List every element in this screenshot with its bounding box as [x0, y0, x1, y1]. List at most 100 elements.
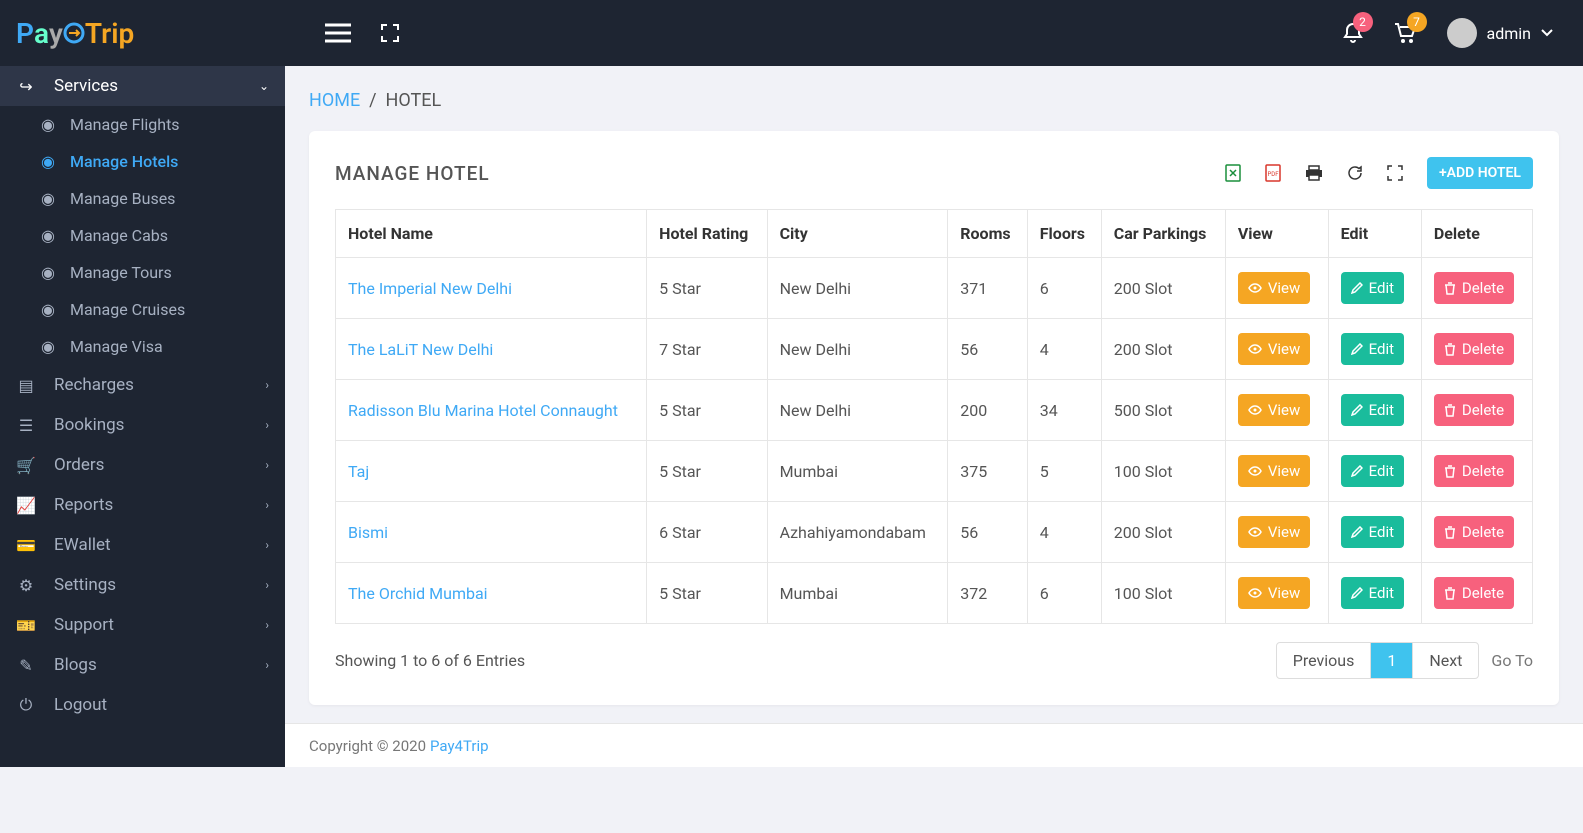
brand-logo[interactable]: Pay Trip — [0, 0, 285, 66]
fullscreen-icon[interactable] — [381, 24, 399, 42]
username: admin — [1487, 24, 1531, 43]
view-button[interactable]: View — [1238, 455, 1310, 487]
svg-text:PDF: PDF — [1267, 171, 1279, 178]
share-icon: ↪ — [16, 77, 36, 96]
next-button[interactable]: Next — [1413, 643, 1478, 678]
col-view: View — [1225, 210, 1328, 258]
excel-icon[interactable] — [1225, 164, 1241, 182]
nav-settings[interactable]: ⚙Settings› — [0, 565, 285, 605]
prev-button[interactable]: Previous — [1277, 643, 1372, 678]
delete-button[interactable]: Delete — [1434, 516, 1514, 548]
chevron-right-icon: › — [265, 578, 269, 592]
nav-logout[interactable]: ⏻Logout — [0, 685, 285, 725]
edit-button[interactable]: Edit — [1341, 516, 1404, 548]
delete-button[interactable]: Delete — [1434, 394, 1514, 426]
breadcrumb-home[interactable]: HOME — [309, 90, 360, 111]
hotel-link[interactable]: The LaLiT New Delhi — [348, 340, 493, 359]
view-button[interactable]: View — [1238, 333, 1310, 365]
nav-orders[interactable]: 🛒Orders› — [0, 445, 285, 485]
sidebar-sub-manage-tours[interactable]: ◉Manage Tours — [0, 254, 285, 291]
delete-button[interactable]: Delete — [1434, 272, 1514, 304]
col-hotel-rating: Hotel Rating — [647, 210, 767, 258]
nav-bookings[interactable]: ☰Bookings› — [0, 405, 285, 445]
print-icon[interactable] — [1305, 165, 1323, 181]
add-hotel-button[interactable]: +ADD HOTEL — [1427, 157, 1533, 189]
table-row: Radisson Blu Marina Hotel Connaught5 Sta… — [336, 380, 1533, 441]
cart-badge: 7 — [1407, 12, 1427, 32]
col-city: City — [767, 210, 948, 258]
sidebar-sub-manage-visa[interactable]: ◉Manage Visa — [0, 328, 285, 365]
sidebar-sub-manage-cruises[interactable]: ◉Manage Cruises — [0, 291, 285, 328]
nav-services[interactable]: ↪ Services ⌄ — [0, 66, 285, 106]
nav-ewallet[interactable]: 💳EWallet› — [0, 525, 285, 565]
circle-icon: ◉ — [38, 115, 58, 134]
edit-button[interactable]: Edit — [1341, 333, 1404, 365]
cart-icon[interactable]: 7 — [1393, 22, 1417, 44]
edit-button[interactable]: Edit — [1341, 455, 1404, 487]
circle-icon: ◉ — [38, 300, 58, 319]
pagination: Previous 1 Next — [1276, 642, 1480, 679]
pdf-icon[interactable]: PDF — [1265, 164, 1281, 182]
nav-recharges[interactable]: ▤Recharges› — [0, 365, 285, 405]
hotel-link[interactable]: Radisson Blu Marina Hotel Connaught — [348, 401, 618, 420]
hotel-card: MANAGE HOTEL PDF +ADD HOTEL — [309, 131, 1559, 705]
chevron-right-icon: › — [265, 378, 269, 392]
col-car-parkings: Car Parkings — [1101, 210, 1225, 258]
sidebar-sub-manage-flights[interactable]: ◉Manage Flights — [0, 106, 285, 143]
expand-icon[interactable] — [1387, 165, 1403, 181]
col-floors: Floors — [1027, 210, 1101, 258]
delete-button[interactable]: Delete — [1434, 455, 1514, 487]
hotel-link[interactable]: The Orchid Mumbai — [348, 584, 488, 603]
sidebar: ↪ Services ⌄ ◉Manage Flights◉Manage Hote… — [0, 66, 285, 767]
col-rooms: Rooms — [948, 210, 1028, 258]
refresh-icon[interactable] — [1347, 165, 1363, 181]
circle-icon: ◉ — [38, 263, 58, 282]
sidebar-sub-manage-hotels[interactable]: ◉Manage Hotels — [0, 143, 285, 180]
nav-blogs[interactable]: ✎Blogs› — [0, 645, 285, 685]
chevron-down-icon — [1541, 29, 1553, 37]
page-title: MANAGE HOTEL — [335, 162, 490, 185]
bell-icon[interactable]: 2 — [1343, 22, 1363, 44]
edit-button[interactable]: Edit — [1341, 577, 1404, 609]
notif-badge: 2 — [1353, 12, 1373, 32]
page-1[interactable]: 1 — [1371, 643, 1413, 678]
edit-button[interactable]: Edit — [1341, 394, 1404, 426]
view-button[interactable]: View — [1238, 577, 1310, 609]
nav-icon: ☰ — [16, 416, 36, 435]
table-row: The LaLiT New Delhi7 StarNew Delhi564200… — [336, 319, 1533, 380]
sidebar-sub-manage-buses[interactable]: ◉Manage Buses — [0, 180, 285, 217]
nav-reports[interactable]: 📈Reports› — [0, 485, 285, 525]
nav-support[interactable]: 🎫Support› — [0, 605, 285, 645]
app-footer: Copyright © 2020 Pay4Trip — [285, 723, 1583, 767]
col-edit: Edit — [1328, 210, 1421, 258]
chevron-right-icon: › — [265, 418, 269, 432]
nav-icon: 📈 — [16, 496, 36, 515]
hotel-table: Hotel NameHotel RatingCityRoomsFloorsCar… — [335, 209, 1533, 624]
goto-label: Go To — [1491, 651, 1533, 670]
breadcrumb: HOME / HOTEL — [309, 90, 1559, 111]
footer-brand-link[interactable]: Pay4Trip — [430, 737, 489, 755]
edit-button[interactable]: Edit — [1341, 272, 1404, 304]
main-content: HOME / HOTEL MANAGE HOTEL PDF — [285, 66, 1583, 767]
user-menu[interactable]: admin — [1447, 18, 1553, 48]
sidebar-sub-manage-cabs[interactable]: ◉Manage Cabs — [0, 217, 285, 254]
delete-button[interactable]: Delete — [1434, 577, 1514, 609]
view-button[interactable]: View — [1238, 272, 1310, 304]
hamburger-icon[interactable] — [325, 23, 351, 43]
hotel-link[interactable]: Taj — [348, 462, 369, 481]
nav-icon: 🛒 — [16, 456, 36, 475]
nav-icon: ▤ — [16, 376, 36, 395]
table-row: The Imperial New Delhi5 StarNew Delhi371… — [336, 258, 1533, 319]
delete-button[interactable]: Delete — [1434, 333, 1514, 365]
hotel-link[interactable]: The Imperial New Delhi — [348, 279, 512, 298]
view-button[interactable]: View — [1238, 394, 1310, 426]
hotel-link[interactable]: Bismi — [348, 523, 388, 542]
breadcrumb-current: HOTEL — [385, 90, 441, 111]
chevron-right-icon: › — [265, 658, 269, 672]
circle-icon: ◉ — [38, 152, 58, 171]
chevron-right-icon: › — [265, 498, 269, 512]
chevron-right-icon: › — [265, 458, 269, 472]
chevron-right-icon: › — [265, 618, 269, 632]
view-button[interactable]: View — [1238, 516, 1310, 548]
chevron-right-icon: › — [265, 538, 269, 552]
